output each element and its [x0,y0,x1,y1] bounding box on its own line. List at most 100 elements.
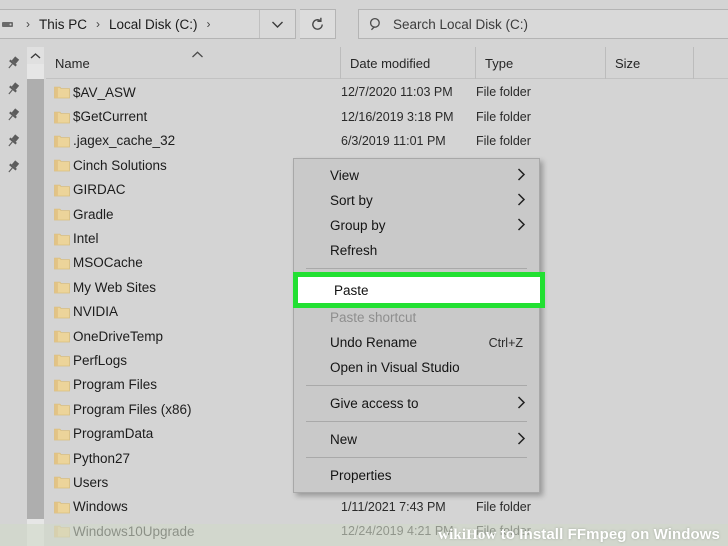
context-menu-item-label: New [330,432,358,447]
folder-icon [46,305,73,319]
folder-icon [46,85,73,99]
refresh-button[interactable] [300,9,336,39]
toolbar: › This PC › Local Disk (C:) › Search Loc… [0,0,728,46]
file-row[interactable]: Windows 1/11/2021 7:43 PM File folder [46,495,728,519]
watermark-wiki: wiki [438,527,467,543]
context-menu-item-properties[interactable]: Properties [294,463,539,488]
chevron-right-icon [517,192,526,209]
breadcrumb-this-pc[interactable]: This PC [37,10,89,38]
pin-icon[interactable] [5,159,21,175]
column-header-name[interactable]: Name [46,47,340,79]
folder-icon [46,183,73,197]
file-name: Python27 [73,450,131,466]
breadcrumb-local-disk-c[interactable]: Local Disk (C:) [107,10,200,38]
context-menu-item-label: Group by [330,218,386,233]
folder-icon [46,280,73,294]
file-type: File folder [476,499,531,514]
context-menu-item-undo-rename[interactable]: Undo Rename Ctrl+Z [294,330,539,355]
column-header-size-label: Size [615,55,641,71]
file-row[interactable]: $GetCurrent 12/16/2019 3:18 PM File folder [46,104,728,128]
chevron-down-icon[interactable] [259,10,295,38]
folder-icon [46,158,73,172]
pin-icon[interactable] [5,81,21,97]
context-menu-item-label: Open in Visual Studio [330,360,460,375]
folder-icon [46,256,73,270]
context-menu-item-label: Properties [330,468,392,483]
column-header-row: Name Date modified Type Size [0,47,728,79]
context-menu-item-label: Give access to [330,396,419,411]
file-date-modified: 1/11/2021 7:43 PM [341,499,446,514]
file-date-modified: 12/7/2020 11:03 PM [341,85,453,100]
file-row[interactable]: .jagex_cache_32 6/3/2019 11:01 PM File fol… [46,129,728,153]
breadcrumb-separator-0: › [26,17,30,31]
file-name: .jagex_cache_32 [73,133,176,149]
folder-icon [46,475,73,489]
search-icon [359,17,393,32]
folder-icon [46,451,73,465]
file-date-modified: 12/16/2019 3:18 PM [341,109,454,124]
paste-highlight-box: Paste [293,272,545,308]
context-menu-item-label: View [330,168,360,183]
chevron-right-icon [517,395,526,412]
context-menu-item-label: Undo Rename [330,335,418,350]
folder-icon [46,500,73,514]
file-date-modified: 6/3/2019 11:01 PM [341,133,446,148]
context-menu[interactable]: View Sort by Group by Refresh Paste Paste sho… [293,158,545,493]
search-input[interactable]: Search Local Disk (C:) [358,9,728,39]
folder-icon [46,329,73,343]
chevron-up-icon[interactable] [27,47,44,64]
column-header-size[interactable]: Size [605,47,693,79]
context-menu-item-label: Paste [334,282,369,298]
file-name: Program Files [73,377,158,393]
pin-icon[interactable] [5,107,21,123]
explorer-window: › This PC › Local Disk (C:) › Search Loc… [0,0,728,546]
file-name: Users [73,474,109,490]
column-header-name-label: Name [55,55,90,71]
context-menu-item-label: Paste shortcut [330,310,417,325]
context-menu-item-refresh[interactable]: Refresh [294,238,539,263]
context-menu-item-new[interactable]: New [294,427,539,452]
file-name: $AV_ASW [73,84,136,100]
file-name: My Web Sites [73,279,157,295]
context-menu-highlight-slot: Paste [293,272,545,308]
file-name: Windows [73,499,128,515]
folder-icon [46,232,73,246]
context-menu-separator [306,385,527,386]
refresh-icon [312,17,323,30]
context-menu-item-paste[interactable]: Paste [298,277,540,303]
pin-icon[interactable] [5,133,21,149]
nav-scrollbar-thumb[interactable] [27,79,44,519]
context-menu-item-view[interactable]: View [294,163,539,188]
column-header-type-label: Type [485,55,514,71]
column-header-date-modified-label: Date modified [350,55,431,71]
column-header-type[interactable]: Type [475,47,605,79]
file-type: File folder [476,133,531,148]
file-name: PerfLogs [73,352,128,368]
file-name: Cinch Solutions [73,157,167,173]
chevron-up-icon [191,49,204,61]
folder-icon [46,353,73,367]
context-menu-item-group-by[interactable]: Group by [294,213,539,238]
file-row[interactable]: $AV_ASW 12/7/2020 11:03 PM File folder [46,80,728,104]
file-name: $GetCurrent [73,109,148,125]
context-menu-item-give-access-to[interactable]: Give access to [294,391,539,416]
column-header-date-modified[interactable]: Date modified [340,47,475,79]
folder-icon [46,134,73,148]
file-name: MSOCache [73,255,143,271]
context-menu-item-sort-by[interactable]: Sort by [294,188,539,213]
breadcrumb-separator-2[interactable]: › [200,10,218,38]
file-name: GIRDAC [73,182,126,198]
pin-icon[interactable] [5,55,21,71]
context-menu-item-shortcut: Ctrl+Z [488,335,523,350]
folder-icon [46,110,73,124]
context-menu-item-open-in-visual-studio[interactable]: Open in Visual Studio [294,355,539,380]
drive-icon [0,10,19,38]
file-name: Gradle [73,206,114,222]
watermark-title: to Install FFmpeg on Windows [496,526,720,543]
column-header-overflow[interactable] [693,47,728,79]
wikihow-watermark: wikiHow to Install FFmpeg on Windows [438,526,720,544]
breadcrumb-separator-1: › [96,17,101,31]
folder-icon [46,427,73,441]
address-bar[interactable]: › This PC › Local Disk (C:) › [0,9,296,39]
folder-icon [46,378,73,392]
